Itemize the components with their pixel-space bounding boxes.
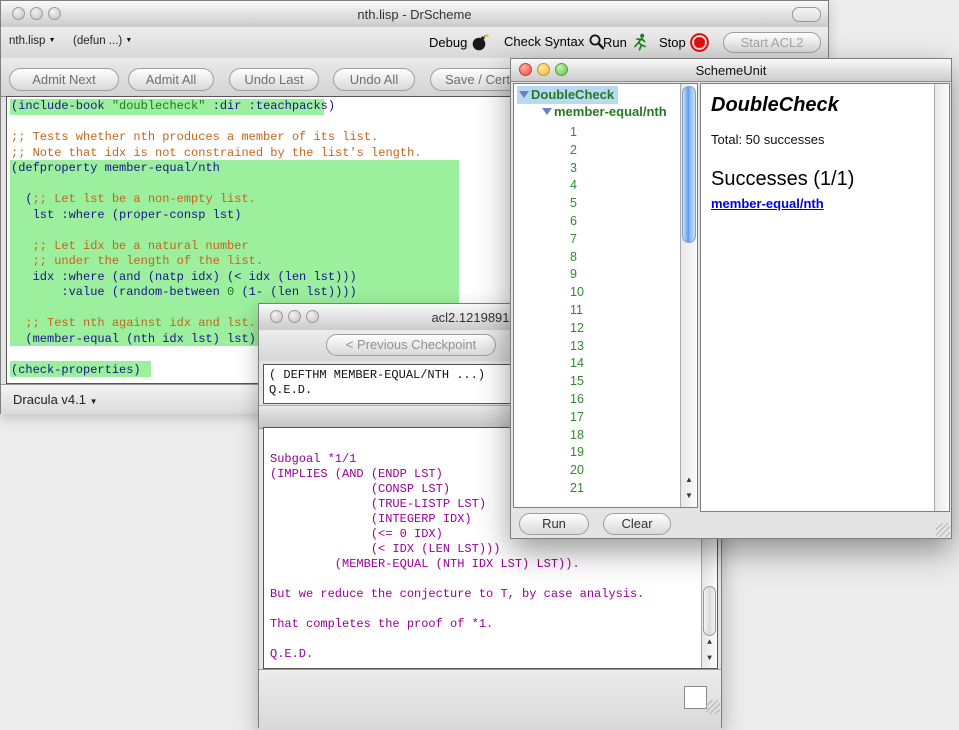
tree-case-17[interactable]: 17 [570, 409, 584, 427]
tree-case-20[interactable]: 20 [570, 462, 584, 480]
detail-heading: DoubleCheck [711, 94, 924, 117]
tree-case-3[interactable]: 3 [570, 160, 584, 178]
clear-button[interactable]: Clear [603, 513, 671, 535]
debug-button[interactable]: Debug [429, 33, 489, 51]
tree-case-16[interactable]: 16 [570, 391, 584, 409]
admit-next-button[interactable]: Admit Next [9, 68, 119, 91]
acl2-bottom-bar [259, 669, 721, 730]
tree-case-7[interactable]: 7 [570, 231, 584, 249]
text-line: (MEMBER-EQUAL (NTH IDX LST) LST)). [270, 557, 644, 572]
drscheme-toolbar: nth.lisp ▼ (defun ...) ▼ Debug Check Syn… [1, 27, 828, 58]
schemeunit-window: SchemeUnit DoubleCheck member-equal/nth … [510, 58, 952, 539]
filename-menu[interactable]: nth.lisp ▼ [9, 35, 56, 47]
schemeunit-titlebar: SchemeUnit [511, 59, 951, 82]
tree-case-14[interactable]: 14 [570, 355, 584, 373]
tree-case-11[interactable]: 11 [570, 302, 584, 320]
stop-button[interactable]: Stop [659, 33, 709, 52]
code-line: (defproperty member-equal/nth [11, 161, 421, 177]
window-title: SchemeUnit [511, 63, 951, 78]
text-line: But we reduce the conjecture to T, by ca… [270, 587, 644, 602]
tree-cases: 123456789101112131415161718192021 [570, 124, 584, 498]
tree-case-5[interactable]: 5 [570, 195, 584, 213]
code-line: lst :where (proper-consp lst) [11, 208, 421, 224]
run-button[interactable]: Run [603, 33, 647, 51]
test-tree-pane: DoubleCheck member-equal/nth 12345678910… [513, 83, 698, 508]
disclosure-triangle-icon[interactable] [542, 108, 552, 115]
chevron-down-icon: ▼ [49, 37, 56, 44]
tree-case-6[interactable]: 6 [570, 213, 584, 231]
tree-case-1[interactable]: 1 [570, 124, 584, 142]
run-tests-button[interactable]: Run [519, 513, 589, 535]
tree-case-12[interactable]: 12 [570, 320, 584, 338]
code-line: (include-book "doublecheck" :dir :teachp… [11, 99, 421, 115]
tree-case-18[interactable]: 18 [570, 427, 584, 445]
text-line [270, 632, 644, 647]
detail-scrollbar[interactable] [934, 84, 949, 511]
successes-heading: Successes (1/1) [711, 168, 924, 191]
chevron-down-icon: ▼ [90, 397, 98, 406]
defun-menu[interactable]: (defun ...) ▼ [73, 35, 132, 47]
resize-grip[interactable] [936, 523, 950, 537]
windowshade-button[interactable] [792, 7, 821, 22]
chevron-down-icon: ▼ [125, 37, 132, 44]
code-line: ;; Tests whether nth produces a member o… [11, 130, 421, 146]
code-line: (;; Let lst be a non-empty list. [11, 192, 421, 208]
text-line [270, 602, 644, 617]
result-detail-panel: DoubleCheck Total: 50 successes Successe… [700, 83, 950, 512]
tree-case-15[interactable]: 15 [570, 373, 584, 391]
bomb-icon [471, 33, 489, 51]
code-line: ;; Note that idx is not constrained by t… [11, 146, 421, 162]
scroll-up-icon[interactable]: ▲ [702, 636, 717, 650]
tree-item-member-equal-nth[interactable]: member-equal/nth [542, 104, 667, 119]
admit-all-button[interactable]: Admit All [128, 68, 214, 91]
checkbox[interactable] [684, 686, 707, 709]
undo-last-button[interactable]: Undo Last [229, 68, 319, 91]
code-line [11, 223, 421, 239]
code-line: ;; Let idx be a natural number [11, 239, 421, 255]
tree-case-13[interactable]: 13 [570, 338, 584, 356]
code-line [11, 177, 421, 193]
scroll-down-icon[interactable]: ▼ [681, 489, 697, 503]
tree-case-8[interactable]: 8 [570, 249, 584, 267]
start-acl2-button[interactable]: Start ACL2 [723, 32, 821, 53]
undo-all-button[interactable]: Undo All [333, 68, 415, 91]
member-equal-nth-link[interactable]: member-equal/nth [711, 196, 924, 211]
text-line [270, 572, 644, 587]
tree-case-2[interactable]: 2 [570, 142, 584, 160]
scroll-up-icon[interactable]: ▲ [681, 473, 697, 487]
window-title: nth.lisp - DrScheme [1, 7, 828, 22]
tree-case-19[interactable]: 19 [570, 444, 584, 462]
tree-case-10[interactable]: 10 [570, 284, 584, 302]
drscheme-titlebar: nth.lisp - DrScheme [1, 1, 828, 28]
tree-case-21[interactable]: 21 [570, 480, 584, 498]
scrollbar-thumb[interactable] [682, 86, 696, 243]
tree-case-4[interactable]: 4 [570, 177, 584, 195]
runner-icon [631, 33, 647, 51]
text-line: Q.E.D. [270, 647, 644, 662]
scrollbar-thumb[interactable] [703, 586, 716, 636]
scroll-down-icon[interactable]: ▼ [702, 652, 717, 666]
code-line: idx :where (and (natp idx) (< idx (len l… [11, 270, 421, 286]
code-line: ;; under the length of the list. [11, 254, 421, 270]
stop-icon [690, 33, 709, 52]
text-line: That completes the proof of *1. [270, 617, 644, 632]
previous-checkpoint-button[interactable]: < Previous Checkpoint [326, 334, 496, 356]
tree-scrollbar[interactable]: ▲ ▼ [680, 84, 697, 507]
total-successes: Total: 50 successes [711, 132, 924, 147]
tree-case-9[interactable]: 9 [570, 266, 584, 284]
code-line [11, 115, 421, 131]
code-line: :value (random-between 0 (1- (len lst)))… [11, 285, 421, 301]
disclosure-triangle-icon[interactable] [519, 91, 529, 98]
text-line: (< IDX (LEN LST))) [270, 542, 644, 557]
tree-item-doublecheck[interactable]: DoubleCheck [517, 87, 618, 102]
check-syntax-button[interactable]: Check Syntax [504, 33, 605, 50]
schemeunit-button-bar: Run Clear [511, 510, 951, 539]
